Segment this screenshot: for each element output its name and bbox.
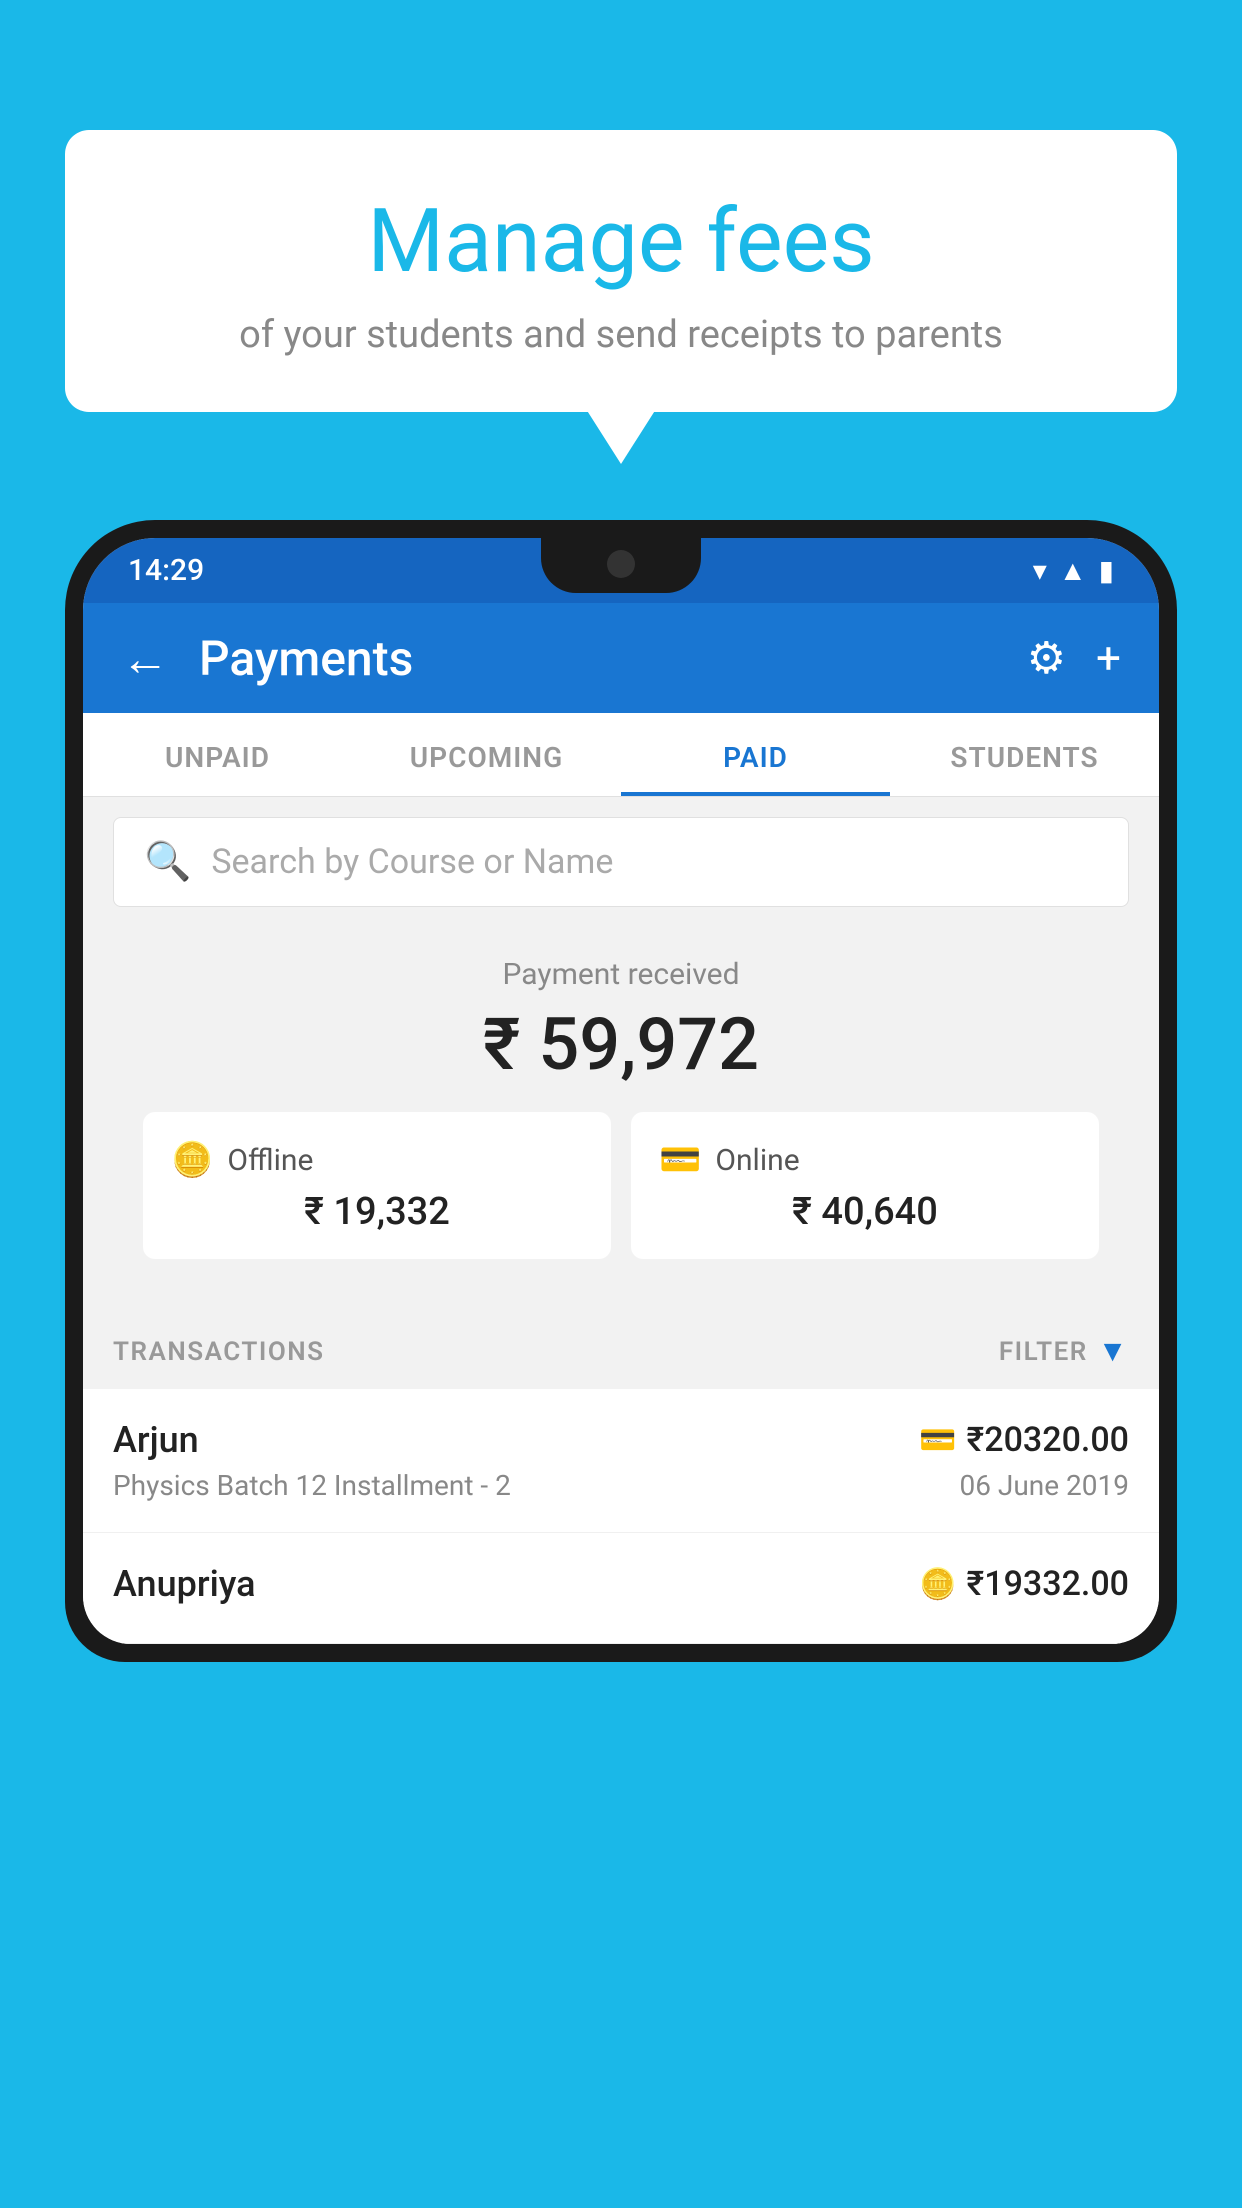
tab-unpaid[interactable]: UNPAID bbox=[83, 713, 352, 796]
battery-icon: ▮ bbox=[1099, 554, 1114, 587]
hero-card: Manage fees of your students and send re… bbox=[65, 130, 1177, 412]
speech-bubble: Manage fees of your students and send re… bbox=[65, 130, 1177, 412]
wifi-icon: ▾ bbox=[1033, 554, 1047, 587]
phone-mockup: 14:29 ▾ ▲ ▮ ← Payments ⚙ + UNPAID bbox=[65, 520, 1177, 2208]
online-card: 💳 Online ₹ 40,640 bbox=[631, 1112, 1099, 1259]
offline-card: 🪙 Offline ₹ 19,332 bbox=[143, 1112, 611, 1259]
transaction-row-2[interactable]: Anupriya 🪙 ₹19332.00 bbox=[83, 1533, 1159, 1644]
card-icon-2: 🪙 bbox=[919, 1567, 956, 1602]
transactions-label: TRANSACTIONS bbox=[113, 1337, 325, 1367]
search-container: 🔍 Search by Course or Name bbox=[83, 797, 1159, 927]
hero-title: Manage fees bbox=[105, 190, 1137, 293]
tabs-row: UNPAID UPCOMING PAID STUDENTS bbox=[83, 713, 1159, 797]
transaction-name-2: Anupriya bbox=[113, 1563, 256, 1605]
online-card-header: 💳 Online bbox=[659, 1140, 1071, 1180]
tab-students[interactable]: STUDENTS bbox=[890, 713, 1159, 796]
tab-paid[interactable]: PAID bbox=[621, 713, 890, 796]
online-amount: ₹ 40,640 bbox=[659, 1190, 1071, 1234]
payment-cards-row: 🪙 Offline ₹ 19,332 💳 Online ₹ 40,640 bbox=[113, 1112, 1129, 1284]
filter-icon: ▼ bbox=[1098, 1334, 1129, 1369]
app-bar-actions: ⚙ + bbox=[1027, 632, 1121, 684]
signal-icon: ▲ bbox=[1059, 554, 1087, 587]
payment-summary: Payment received ₹ 59,972 🪙 Offline ₹ 19… bbox=[83, 927, 1159, 1304]
offline-amount: ₹ 19,332 bbox=[171, 1190, 583, 1234]
transaction-course-1: Physics Batch 12 Installment - 2 bbox=[113, 1469, 511, 1502]
offline-icon: 🪙 bbox=[171, 1140, 213, 1180]
payment-total-amount: ₹ 59,972 bbox=[113, 1002, 1129, 1087]
add-button[interactable]: + bbox=[1096, 632, 1121, 684]
filter-button[interactable]: FILTER ▼ bbox=[999, 1334, 1129, 1369]
offline-card-header: 🪙 Offline bbox=[171, 1140, 583, 1180]
app-bar: ← Payments ⚙ + bbox=[83, 603, 1159, 713]
card-icon-1: 💳 bbox=[919, 1423, 956, 1458]
transaction-row[interactable]: Arjun 💳 ₹20320.00 Physics Batch 12 Insta… bbox=[83, 1389, 1159, 1533]
status-time: 14:29 bbox=[128, 553, 204, 588]
search-icon: 🔍 bbox=[144, 840, 191, 884]
transaction-date-1: 06 June 2019 bbox=[959, 1469, 1129, 1502]
hero-subtitle: of your students and send receipts to pa… bbox=[105, 313, 1137, 357]
transaction-name-1: Arjun bbox=[113, 1419, 199, 1461]
transactions-header: TRANSACTIONS FILTER ▼ bbox=[83, 1304, 1159, 1389]
transaction-amount-2: 🪙 ₹19332.00 bbox=[919, 1564, 1129, 1604]
transaction-amount-1: 💳 ₹20320.00 bbox=[919, 1420, 1129, 1460]
app-bar-title: Payments bbox=[199, 630, 997, 687]
phone-camera bbox=[607, 550, 635, 578]
settings-button[interactable]: ⚙ bbox=[1027, 632, 1066, 684]
search-bar[interactable]: 🔍 Search by Course or Name bbox=[113, 817, 1129, 907]
back-button[interactable]: ← bbox=[121, 630, 169, 687]
transaction-bottom-1: Physics Batch 12 Installment - 2 06 June… bbox=[113, 1469, 1129, 1502]
phone-screen: 14:29 ▾ ▲ ▮ ← Payments ⚙ + UNPAID bbox=[83, 538, 1159, 1644]
online-label: Online bbox=[715, 1143, 799, 1178]
status-icons: ▾ ▲ ▮ bbox=[1033, 554, 1114, 587]
phone-outer: 14:29 ▾ ▲ ▮ ← Payments ⚙ + UNPAID bbox=[65, 520, 1177, 1662]
search-placeholder: Search by Course or Name bbox=[211, 842, 613, 882]
offline-label: Offline bbox=[227, 1143, 313, 1178]
online-icon: 💳 bbox=[659, 1140, 701, 1180]
transaction-top-2: Anupriya 🪙 ₹19332.00 bbox=[113, 1563, 1129, 1605]
transaction-list: Arjun 💳 ₹20320.00 Physics Batch 12 Insta… bbox=[83, 1389, 1159, 1644]
transaction-top-1: Arjun 💳 ₹20320.00 bbox=[113, 1419, 1129, 1461]
phone-notch bbox=[541, 538, 701, 593]
filter-label: FILTER bbox=[999, 1337, 1088, 1367]
payment-received-label: Payment received bbox=[113, 957, 1129, 992]
tab-upcoming[interactable]: UPCOMING bbox=[352, 713, 621, 796]
